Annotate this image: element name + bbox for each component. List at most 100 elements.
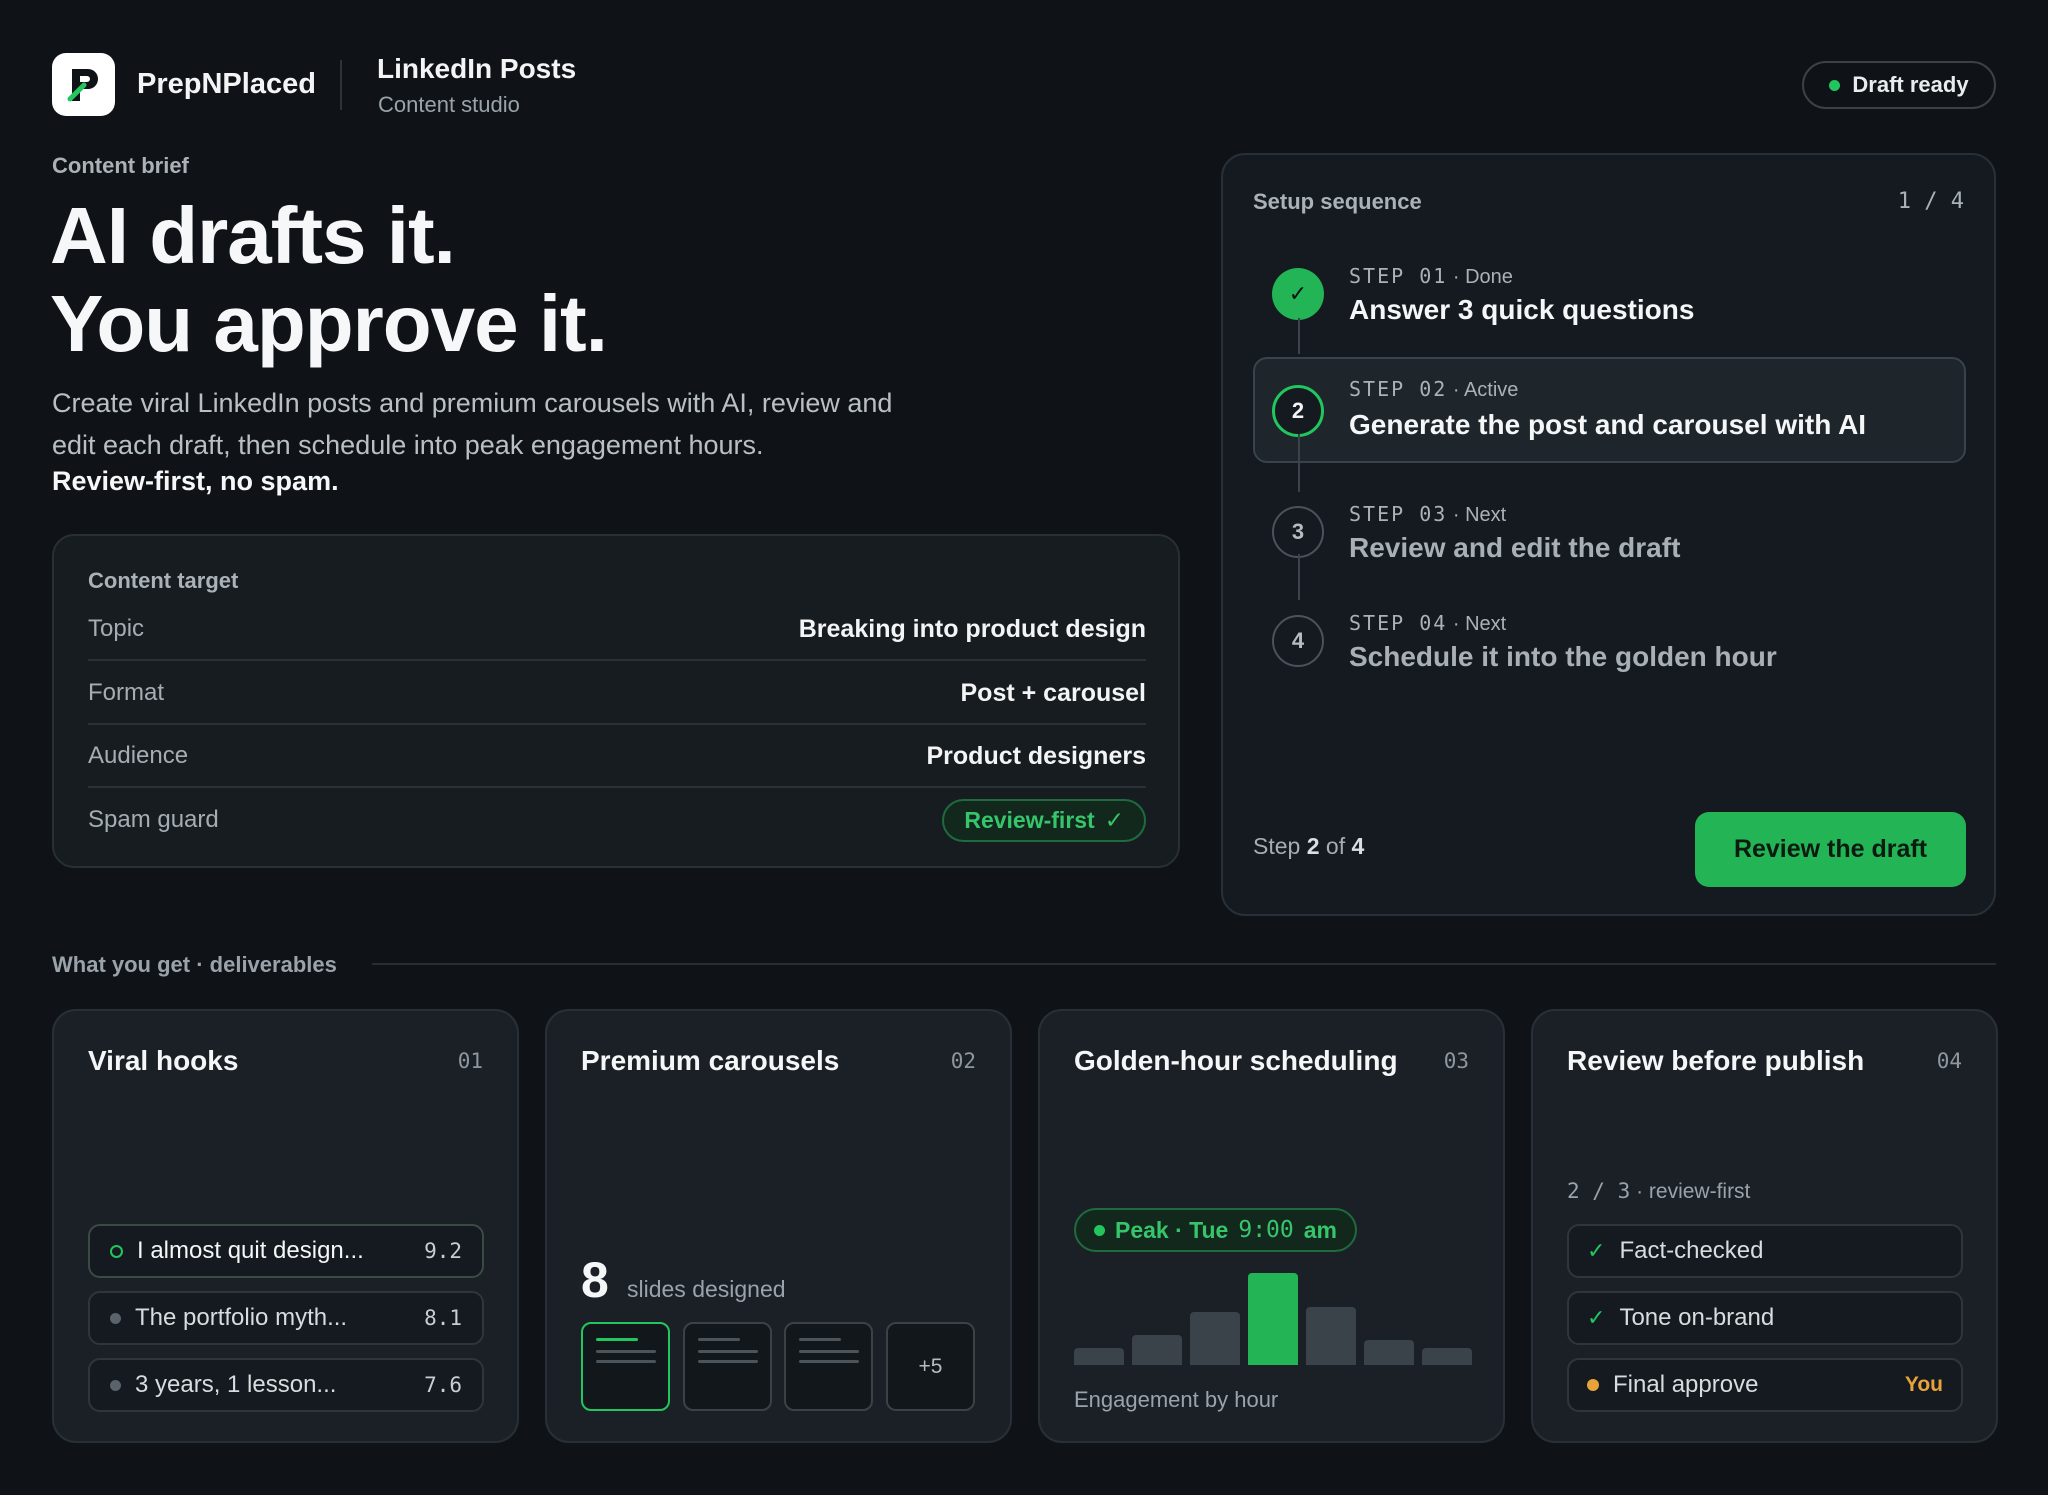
card-title: Viral hooks <box>88 1045 239 1076</box>
checklist-item[interactable]: ✓ Fact-checked <box>1567 1224 1963 1278</box>
setup-progress: 1 / 4 <box>1897 189 1964 214</box>
engagement-bar <box>1190 1312 1240 1365</box>
hook-item[interactable]: The portfolio myth... 8.1 <box>88 1291 484 1345</box>
deliverable-card-scheduling[interactable]: Golden-hour scheduling 03 Peak · Tue 9:0… <box>1038 1009 1505 1443</box>
step-1[interactable]: ✓ STEP 01 · Done Answer 3 quick question… <box>1253 240 1966 346</box>
pending-dot-icon <box>1587 1379 1599 1391</box>
target-label: Audience <box>88 742 189 769</box>
check-icon: ✓ <box>1272 268 1324 320</box>
status-dot-icon <box>1094 1224 1105 1236</box>
headline-line-1: AI drafts it. <box>50 191 456 280</box>
status-badge[interactable]: Draft ready <box>1802 61 1996 109</box>
checklist-item[interactable]: Final approve You <box>1567 1358 1963 1412</box>
checklist-text: Final approve <box>1613 1371 1759 1398</box>
slide-thumbnail[interactable] <box>784 1322 873 1411</box>
peak-time-badge[interactable]: Peak · Tue 9:00 am <box>1074 1208 1357 1252</box>
card-title: Golden-hour scheduling <box>1074 1045 1398 1076</box>
deliverables-divider <box>372 963 1996 965</box>
header-divider <box>340 60 342 110</box>
content-target-card: Content target Topic Breaking into produ… <box>52 534 1180 868</box>
deliverables-label: What you get · deliverables <box>52 952 337 977</box>
content-target-title: Content target <box>88 568 239 593</box>
step-status: Next <box>1465 613 1507 635</box>
more-slides-button[interactable]: +5 <box>886 1322 975 1411</box>
step-number: STEP 02 <box>1349 377 1448 401</box>
setup-sequence-panel: Setup sequence 1 / 4 ✓ STEP 01 · Done An… <box>1221 153 1996 916</box>
slide-line <box>698 1350 758 1353</box>
bullet-dot-icon <box>110 1379 121 1391</box>
assignee-badge: You <box>1904 1373 1943 1396</box>
engagement-label: Engagement by hour <box>1074 1387 1279 1412</box>
checklist-item[interactable]: ✓ Tone on-brand <box>1567 1291 1963 1345</box>
step-status: Done <box>1465 266 1513 288</box>
review-first-badge[interactable]: Review-first ✓ <box>942 798 1146 842</box>
slide-thumbnail[interactable] <box>581 1322 670 1411</box>
peak-time: 9:00 <box>1238 1217 1294 1243</box>
slide-thumbnail[interactable] <box>683 1322 772 1411</box>
step-of: of <box>1325 833 1346 859</box>
step-meta: STEP 04 · Next <box>1349 611 1507 635</box>
page-subtitle: Content studio <box>378 92 520 117</box>
step-meta: STEP 02 · Active <box>1349 377 1519 401</box>
peak-prefix: Peak · Tue <box>1115 1216 1229 1243</box>
hero-description: Create viral LinkedIn posts and premium … <box>52 388 893 460</box>
engagement-bar <box>1306 1307 1356 1365</box>
step-2[interactable]: 2 STEP 02 · Active Generate the post and… <box>1253 357 1966 463</box>
step-connector <box>1298 318 1300 354</box>
hook-score: 7.6 <box>424 1373 462 1397</box>
page-title: LinkedIn Posts <box>377 53 577 84</box>
slide-line <box>698 1338 740 1341</box>
card-number: 04 <box>1936 1049 1962 1073</box>
peak-suffix: am <box>1303 1216 1337 1243</box>
hook-score: 8.1 <box>424 1306 462 1330</box>
target-row-format: Format Post + carousel <box>88 663 1146 725</box>
step-total: 4 <box>1351 833 1365 859</box>
target-value: Post + carousel <box>960 678 1147 707</box>
deliverable-card-review[interactable]: Review before publish 04 2 / 3 · review-… <box>1531 1009 1998 1443</box>
slide-line <box>596 1338 638 1341</box>
step-current: 2 <box>1306 833 1320 859</box>
slide-line <box>698 1360 758 1363</box>
hook-item[interactable]: I almost quit design... 9.2 <box>88 1224 484 1278</box>
section-label: Content brief <box>52 153 189 178</box>
hook-item[interactable]: 3 years, 1 lesson... 7.6 <box>88 1358 484 1412</box>
card-number: 02 <box>950 1049 976 1073</box>
slides-label: slides designed <box>627 1276 786 1302</box>
target-row-topic: Topic Breaking into product design <box>88 599 1146 661</box>
step-indicator: Step 2 of 4 <box>1253 833 1364 860</box>
step-text: Schedule it into the golden hour <box>1349 641 1777 672</box>
hook-score: 9.2 <box>424 1239 462 1263</box>
checklist-text: Tone on-brand <box>1619 1304 1775 1331</box>
target-value: Breaking into product design <box>798 614 1146 643</box>
hook-text: 3 years, 1 lesson... <box>135 1371 337 1398</box>
brand-logo[interactable] <box>52 53 115 116</box>
engagement-bar <box>1422 1348 1472 1365</box>
status-dot-icon <box>1829 79 1841 91</box>
hook-text: I almost quit design... <box>137 1237 364 1264</box>
status-label: Draft ready <box>1852 72 1969 97</box>
deliverable-card-carousels[interactable]: Premium carousels 02 8 slides designed +… <box>545 1009 1012 1443</box>
slide-line <box>799 1350 859 1353</box>
card-title: Review before publish <box>1567 1045 1865 1076</box>
slides-count: 8 <box>581 1252 609 1308</box>
check-icon: ✓ <box>1104 806 1124 833</box>
target-value: Product designers <box>926 741 1147 770</box>
step-3[interactable]: 3 STEP 03 · Next Review and edit the dra… <box>1253 478 1966 584</box>
review-draft-button[interactable]: Review the draft <box>1695 812 1966 887</box>
slide-line <box>799 1338 841 1341</box>
step-text: Review and edit the draft <box>1349 532 1681 563</box>
deliverable-card-viral-hooks[interactable]: Viral hooks 01 I almost quit design... 9… <box>52 1009 519 1443</box>
setup-sequence-title: Setup sequence <box>1253 189 1422 214</box>
headline-line-2: You approve it. <box>50 279 608 368</box>
hook-text: The portfolio myth... <box>135 1304 348 1331</box>
target-label: Topic <box>88 615 145 642</box>
card-number: 01 <box>457 1049 483 1073</box>
engagement-bar <box>1364 1340 1414 1365</box>
target-row-audience: Audience Product designers <box>88 726 1146 788</box>
selected-ring-icon <box>110 1244 123 1258</box>
review-count-suffix: · review-first <box>1636 1180 1751 1203</box>
card-number: 03 <box>1443 1049 1469 1073</box>
check-icon: ✓ <box>1587 1238 1606 1263</box>
card-title: Premium carousels <box>581 1045 840 1076</box>
step-4[interactable]: 4 STEP 04 · Next Schedule it into the go… <box>1253 587 1966 693</box>
